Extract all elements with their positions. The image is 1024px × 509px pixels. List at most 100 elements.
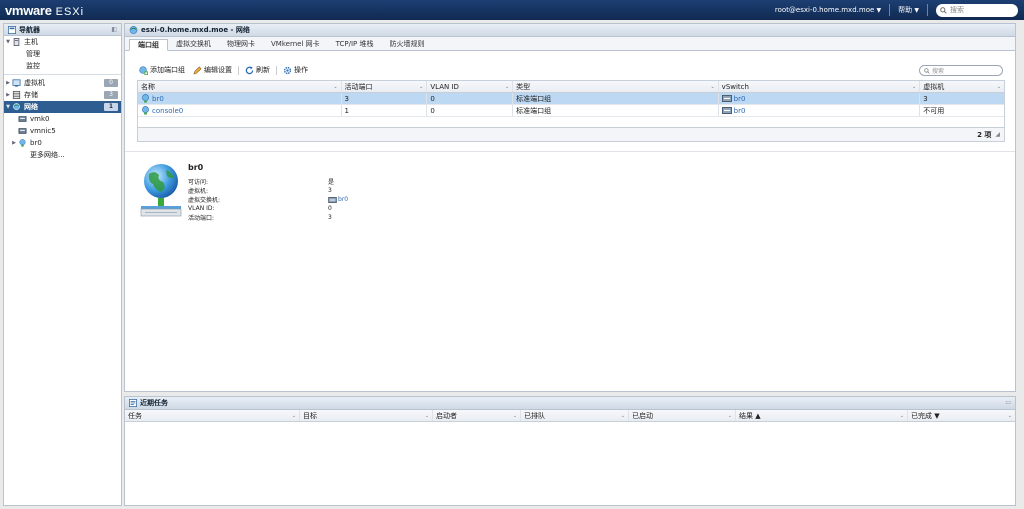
nav-item-br0[interactable]: ▶ br0 — [4, 137, 121, 149]
search-icon — [940, 6, 947, 14]
table-row[interactable]: br0 3 0 标准端口组 br0 3 — [138, 93, 1004, 105]
tab-firewall-rules[interactable]: 防火墙规则 — [381, 38, 432, 50]
toolbar: 添加端口组 编辑设置 刷新 操作 — [137, 64, 310, 76]
nav-item-manage[interactable]: 管理 — [4, 48, 121, 60]
chevron-down-icon[interactable]: ⌄ — [997, 84, 1001, 90]
nav-item-monitor[interactable]: 监控 — [4, 60, 121, 72]
vswitch-link[interactable]: br0 — [734, 107, 746, 115]
nav-item-vms[interactable]: ▶ 虚拟机 0 — [4, 77, 121, 89]
tab-port-groups[interactable]: 端口组 — [129, 39, 168, 51]
vms-count-badge: 0 — [104, 79, 118, 87]
tab-virtual-switches[interactable]: 虚拟交换机 — [168, 38, 219, 50]
nav-item-storage[interactable]: ▶ 存储 3 — [4, 89, 121, 101]
column-header-completed[interactable]: 已完成 ▼ ⌄ — [908, 410, 1015, 421]
chevron-down-icon: ▼ — [876, 7, 882, 14]
column-header-type[interactable]: 类型 ⌄ — [513, 81, 719, 92]
collapse-icon[interactable]: ▭ — [1005, 399, 1011, 406]
prop-value: 3 — [328, 187, 332, 194]
table-footer: 2 项 ◢ — [138, 127, 1004, 141]
column-header-active-ports[interactable]: 活动端口 ⌄ — [342, 81, 428, 92]
item-count: 2 项 — [977, 130, 992, 139]
edit-settings-label: 编辑设置 — [204, 66, 232, 74]
chevron-down-icon[interactable]: ⌄ — [513, 413, 517, 419]
port-group-link[interactable]: br0 — [152, 95, 164, 103]
chevron-down-icon[interactable]: ⌄ — [728, 413, 732, 419]
collapse-arrow-icon[interactable]: ▼ — [4, 104, 12, 110]
nav-manage-label: 管理 — [26, 50, 40, 58]
tab-tcpip-stacks[interactable]: TCP/IP 堆栈 — [328, 38, 382, 50]
nic-icon — [18, 128, 27, 134]
global-search-input[interactable]: 搜索 — [936, 3, 1018, 17]
host-icon — [13, 38, 20, 46]
vswitch-link[interactable]: br0 — [734, 95, 746, 103]
resize-grip-icon[interactable]: ◢ — [995, 131, 1000, 138]
detail-properties: 可访问: 是 虚拟机: 3 虚拟交换机: br0 VLAN ID: 0 活动端口: 3 — [188, 177, 348, 222]
chevron-down-icon[interactable]: ⌄ — [900, 413, 904, 419]
column-header-name[interactable]: 名称 ⌄ — [138, 81, 342, 92]
main-header: esxi-0.home.mxd.moe - 网络 — [125, 24, 1015, 37]
vswitch-link[interactable]: br0 — [338, 196, 348, 203]
cell-active-ports: 3 — [342, 93, 428, 104]
column-header-initiator[interactable]: 启动者 ⌄ — [433, 410, 521, 421]
cell-name: console0 — [138, 105, 342, 116]
column-header-vms[interactable]: 虚拟机 ⌄ — [920, 81, 1004, 92]
nav-item-network[interactable]: ▼ 网络 1 — [4, 101, 121, 113]
expand-arrow-icon[interactable]: ▶ — [4, 80, 12, 86]
add-port-group-button[interactable]: 添加端口组 — [137, 64, 187, 76]
nav-item-vmk0[interactable]: vmk0 — [4, 113, 121, 125]
header-label: 已排队 — [524, 411, 545, 420]
header-label: VLAN ID — [430, 82, 459, 91]
brand-vmware: vmware — [5, 2, 52, 18]
column-header-target[interactable]: 目标 ⌄ — [300, 410, 433, 421]
user-menu[interactable]: root@esxi-0.home.mxd.moe ▼ — [775, 6, 881, 14]
vmware-logo: vmware ESXi — [5, 3, 84, 18]
storage-count-badge: 3 — [104, 91, 118, 99]
cell-vms: 3 — [923, 94, 928, 103]
column-header-task[interactable]: 任务 ⌄ — [125, 410, 300, 421]
refresh-button[interactable]: 刷新 — [243, 64, 272, 76]
detail-prop-active-ports: 活动端口: 3 — [188, 213, 348, 222]
chevron-down-icon[interactable]: ⌄ — [505, 84, 509, 90]
column-header-result[interactable]: 结果 ▲ ⌄ — [736, 410, 908, 421]
nav-br0-label: br0 — [30, 139, 42, 147]
chevron-down-icon: ▼ — [914, 7, 919, 14]
column-header-started[interactable]: 已启动 ⌄ — [629, 410, 736, 421]
chevron-down-icon[interactable]: ⌄ — [292, 413, 296, 419]
chevron-down-icon[interactable]: ⌄ — [710, 84, 714, 90]
chevron-down-icon[interactable]: ⌄ — [621, 413, 625, 419]
edit-settings-button[interactable]: 编辑设置 — [191, 64, 234, 76]
chevron-down-icon[interactable]: ⌄ — [1008, 413, 1012, 419]
brand-esxi: ESXi — [55, 5, 85, 18]
collapse-icon[interactable]: ◧ — [111, 26, 117, 33]
chevron-down-icon[interactable]: ⌄ — [333, 84, 337, 90]
search-icon — [924, 67, 930, 74]
expand-arrow-icon[interactable]: ▶ — [10, 140, 18, 146]
chevron-down-icon[interactable]: ⌄ — [912, 84, 916, 90]
tab-physical-nics[interactable]: 物理网卡 — [219, 38, 263, 50]
actions-button[interactable]: 操作 — [281, 64, 310, 76]
tab-vmkernel-nics[interactable]: VMkernel 网卡 — [263, 38, 328, 50]
navigator-title: 导航器 — [19, 25, 40, 34]
refresh-icon — [245, 65, 254, 74]
chevron-down-icon[interactable]: ⌄ — [425, 413, 429, 419]
help-menu[interactable]: 帮助 ▼ — [898, 5, 919, 15]
portgroup-large-icon — [140, 164, 182, 217]
portgroup-icon — [142, 106, 149, 115]
cell-vms: 不可用 — [923, 106, 945, 115]
grid-search-input[interactable]: 搜索 — [919, 65, 1003, 76]
column-header-queued[interactable]: 已排队 ⌄ — [521, 410, 629, 421]
recent-tasks-panel: 近期任务 ▭ 任务 ⌄ 目标 ⌄ 启动者 ⌄ 已排队 ⌄ 已启动 ⌄ 结果 ▲ ⌄ 已完成 … — [124, 396, 1016, 506]
page-title: esxi-0.home.mxd.moe - 网络 — [141, 26, 250, 34]
prop-key: 虚拟交换机: — [188, 197, 221, 204]
expand-arrow-icon[interactable]: ▶ — [4, 92, 12, 98]
chevron-down-icon[interactable]: ⌄ — [419, 84, 423, 90]
port-group-link[interactable]: console0 — [152, 107, 183, 115]
column-header-vlan[interactable]: VLAN ID ⌄ — [427, 81, 514, 92]
nav-item-host[interactable]: ▼ 主机 — [4, 36, 121, 48]
column-header-vswitch[interactable]: vSwitch ⌄ — [719, 81, 921, 92]
table-row[interactable]: console0 1 0 标准端口组 br0 不可用 — [138, 105, 1004, 117]
nav-item-vmnic5[interactable]: vmnic5 — [4, 125, 121, 137]
top-bar: vmware ESXi root@esxi-0.home.mxd.moe ▼ 帮… — [0, 0, 1024, 20]
nav-item-more-networks[interactable]: 更多网络... — [4, 149, 121, 161]
collapse-arrow-icon[interactable]: ▼ — [4, 39, 12, 45]
